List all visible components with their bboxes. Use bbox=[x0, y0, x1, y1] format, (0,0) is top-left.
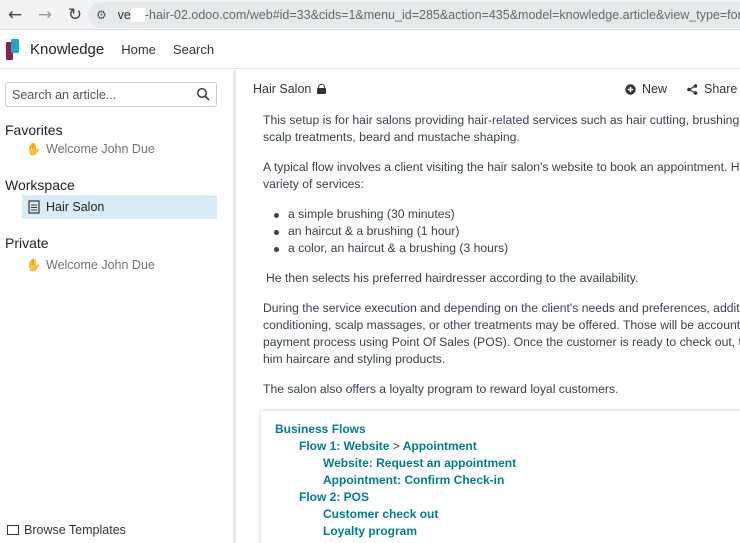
list-item: a simple brushing (30 minutes) bbox=[263, 206, 740, 223]
menu-home[interactable]: Home bbox=[121, 42, 156, 57]
business-flows-box[interactable]: Business Flows Flow 1: Website > Appoint… bbox=[260, 410, 740, 543]
sidebar-item-hair-salon[interactable]: Hair Salon bbox=[22, 195, 217, 219]
article-header: Hair Salon New Share bbox=[236, 70, 740, 108]
workspace-title: Workspace bbox=[5, 177, 75, 193]
waving-hand-icon: ✋ bbox=[26, 142, 41, 156]
browse-templates-label: Browse Templates bbox=[24, 523, 126, 537]
paragraph-intro-l2: scalp treatments, beard and mustache sha… bbox=[263, 130, 520, 144]
browse-templates-button[interactable]: Browse Templates bbox=[7, 523, 126, 537]
app-title[interactable]: Knowledge bbox=[30, 41, 104, 58]
reload-icon[interactable]: ↻ bbox=[60, 0, 90, 30]
private-title: Private bbox=[5, 235, 49, 251]
site-settings-icon[interactable]: ⚙ bbox=[96, 8, 114, 22]
flow-2-link[interactable]: Flow 2: POS bbox=[299, 490, 369, 504]
share-icon bbox=[687, 83, 698, 95]
browser-toolbar: ← → ↻ ⚙ ve -hair-02.odoo.com/web#id=33&ci… bbox=[0, 0, 740, 30]
favorites-title: Favorites bbox=[5, 122, 63, 138]
flow-1-step-1[interactable]: Website: Request an appointment bbox=[323, 456, 516, 470]
new-label: New bbox=[642, 82, 668, 96]
flow-2-step-2[interactable]: Loyalty program bbox=[323, 524, 417, 538]
sidebar-item-welcome-private[interactable]: ✋ Welcome John Due bbox=[22, 253, 217, 277]
paragraph-service-l3: payment process using Point Of Sales (PO… bbox=[263, 335, 740, 349]
article-title[interactable]: Hair Salon bbox=[253, 82, 311, 96]
services-list: a simple brushing (30 minutes) an haircu… bbox=[263, 206, 740, 257]
flow-1-website[interactable]: Flow 1: Website bbox=[299, 439, 389, 453]
sidebar: Favorites ✋ Welcome John Due Workspace H… bbox=[0, 70, 234, 543]
paragraph-intro-l1: This setup is for hair salons providing … bbox=[263, 113, 740, 127]
image-icon bbox=[7, 525, 19, 535]
flow-separator: > bbox=[392, 439, 400, 453]
flow-1-link[interactable]: Flow 1: Website > Appointment bbox=[299, 439, 477, 453]
paragraph-flow-l1: A typical flow involves a client visitin… bbox=[263, 160, 740, 174]
flow-2-step-1[interactable]: Customer check out bbox=[323, 507, 438, 521]
flow-1-step-2[interactable]: Appointment: Confirm Check-in bbox=[323, 473, 504, 487]
sidebar-item-label: Welcome John Due bbox=[46, 142, 155, 156]
back-arrow-icon[interactable]: ← bbox=[0, 0, 30, 30]
search-box[interactable] bbox=[5, 82, 217, 107]
business-flows-heading[interactable]: Business Flows bbox=[275, 422, 366, 436]
lock-icon bbox=[317, 84, 327, 94]
paragraph-service-l1: During the service execution and dependi… bbox=[263, 301, 740, 315]
share-label: Share bbox=[704, 82, 738, 96]
sidebar-item-label: Welcome John Due bbox=[46, 258, 155, 272]
list-item: an haircut & a brushing (1 hour) bbox=[263, 223, 740, 240]
address-bar[interactable]: ⚙ ve -hair-02.odoo.com/web#id=33&cids=1&m… bbox=[88, 2, 740, 28]
sidebar-item-welcome-favorite[interactable]: ✋ Welcome John Due bbox=[22, 137, 217, 161]
url-text: ve -hair-02.odoo.com/web#id=33&cids=1&men… bbox=[117, 7, 740, 23]
forward-arrow-icon[interactable]: → bbox=[30, 0, 60, 30]
list-item: a color, an haircut & a brushing (3 hour… bbox=[263, 240, 740, 257]
waving-hand-icon: ✋ bbox=[26, 258, 41, 272]
paragraph-service-l2: conditioning, scalp massages, or other t… bbox=[263, 318, 740, 332]
plus-circle-icon bbox=[625, 83, 636, 95]
page-icon bbox=[28, 200, 40, 214]
sidebar-item-label: Hair Salon bbox=[46, 200, 105, 214]
knowledge-logo-icon[interactable] bbox=[6, 38, 22, 61]
article-body[interactable]: This setup is for hair salons providing … bbox=[263, 112, 740, 398]
flow-1-appointment[interactable]: Appointment bbox=[403, 439, 477, 453]
share-button[interactable]: Share bbox=[687, 82, 737, 96]
paragraph-loyalty: The salon also offers a loyalty program … bbox=[263, 382, 619, 396]
article-view: Hair Salon New Share This setup is for h… bbox=[236, 70, 740, 543]
paragraph-hairdresser: He then selects his preferred hairdresse… bbox=[266, 271, 639, 285]
menu-search[interactable]: Search bbox=[173, 42, 214, 57]
paragraph-flow-l2: variety of services: bbox=[263, 177, 364, 191]
paragraph-service-l4: him haircare and styling products. bbox=[263, 352, 446, 366]
app-navbar: Knowledge Home Search bbox=[0, 31, 740, 69]
search-input[interactable] bbox=[12, 87, 187, 102]
new-button[interactable]: New bbox=[625, 82, 667, 96]
search-icon[interactable] bbox=[196, 87, 210, 101]
